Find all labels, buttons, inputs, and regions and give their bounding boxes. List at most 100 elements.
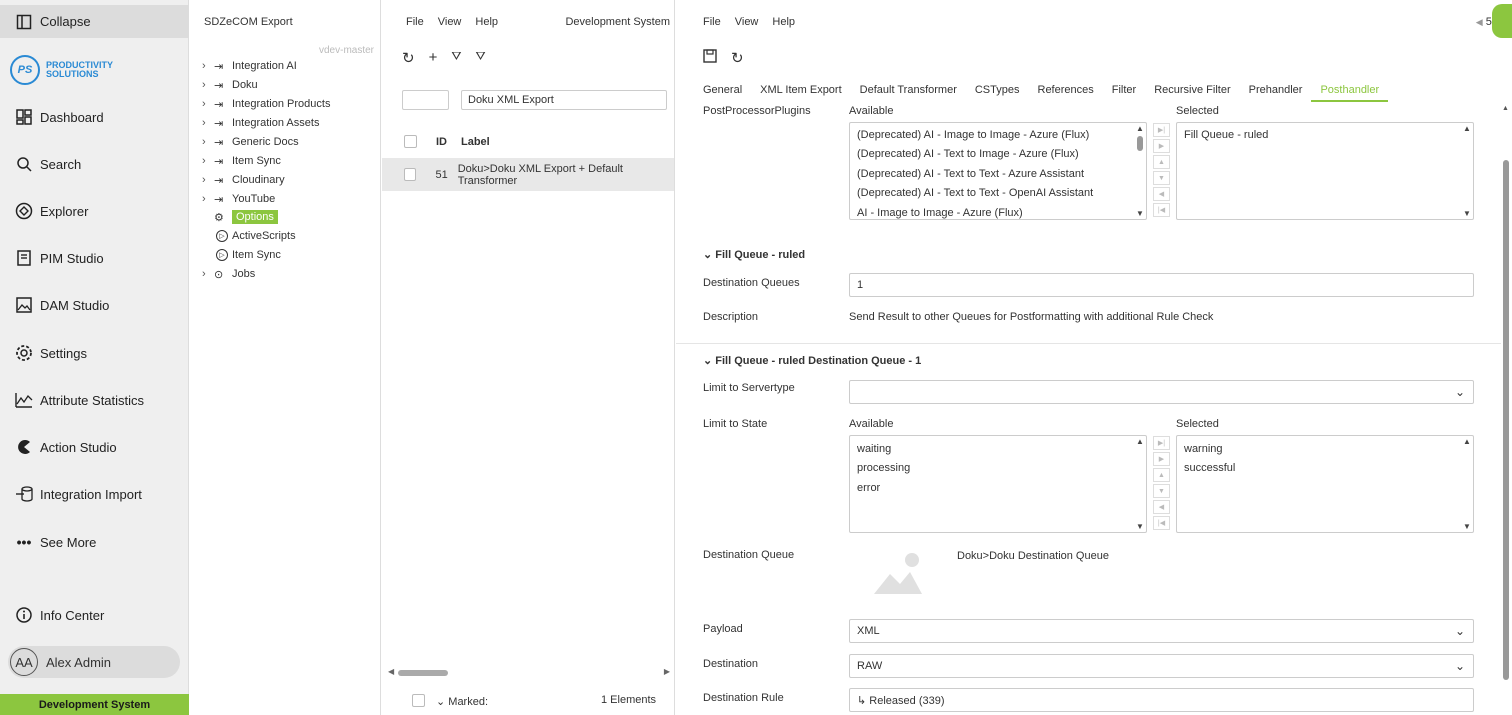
tree-node[interactable]: › ⇥ Generic Docs bbox=[202, 133, 299, 151]
tree-node[interactable]: › ⇥ YouTube bbox=[202, 190, 275, 208]
list-item[interactable]: (Deprecated) AI - Text to Text - OpenAI … bbox=[850, 184, 1146, 204]
list-item[interactable]: (Deprecated) AI - Text to Image - Azure … bbox=[850, 145, 1146, 165]
list-item[interactable]: (Deprecated) AI - Image to Image - Azure… bbox=[850, 125, 1146, 145]
vertical-scrollbar[interactable]: ▲ ▼ bbox=[1461, 123, 1473, 219]
tab-default-transformer[interactable]: Default Transformer bbox=[851, 84, 966, 102]
list-item[interactable]: processing bbox=[850, 459, 1146, 479]
refresh-icon[interactable]: ↻ bbox=[402, 49, 415, 67]
tree-node[interactable]: › ⇥ Integration Products bbox=[202, 95, 330, 113]
tab-xml-item-export[interactable]: XML Item Export bbox=[751, 84, 851, 102]
filter-clear-icon[interactable]: ⛛ bbox=[451, 49, 461, 67]
destination-rule-field[interactable]: ↳ Released (339) bbox=[849, 688, 1474, 712]
nav-dam-studio[interactable]: DAM Studio bbox=[0, 290, 189, 320]
reload-icon[interactable]: ↻ bbox=[731, 49, 744, 67]
user-profile[interactable]: AA Alex Admin bbox=[8, 646, 180, 678]
nav-attribute-statistics[interactable]: Attribute Statistics bbox=[0, 385, 189, 415]
limit-servertype-select[interactable]: ⌄ bbox=[849, 380, 1474, 404]
tree-node[interactable]: › ⊙ Jobs bbox=[202, 265, 255, 283]
plugins-selected-list[interactable]: Fill Queue - ruled ▲ ▼ bbox=[1176, 122, 1474, 220]
detail-vertical-scrollbar[interactable]: ▲ bbox=[1502, 105, 1510, 713]
table-row[interactable]: 51 Doku>Doku XML Export + Default Transf… bbox=[382, 158, 674, 191]
column-header-label[interactable]: Label bbox=[461, 136, 490, 148]
user-name: Alex Admin bbox=[46, 654, 112, 670]
section-destination-queue[interactable]: ⌄ Fill Queue - ruled Destination Queue -… bbox=[703, 354, 921, 367]
vertical-scrollbar[interactable]: ▲ ▼ bbox=[1461, 436, 1473, 532]
save-icon[interactable] bbox=[703, 49, 717, 67]
row-checkbox[interactable] bbox=[404, 168, 417, 181]
tree-node[interactable]: › ⇥ Integration AI bbox=[202, 57, 297, 75]
list-item[interactable]: waiting bbox=[850, 439, 1146, 459]
nav-settings[interactable]: Settings bbox=[0, 338, 189, 368]
tree-node[interactable]: ▷ ActiveScripts bbox=[202, 227, 296, 245]
tab-recursive-filter[interactable]: Recursive Filter bbox=[1145, 84, 1239, 102]
states-selected-list[interactable]: warning successful ▲ ▼ bbox=[1176, 435, 1474, 533]
vertical-scrollbar[interactable]: ▲ ▼ bbox=[1134, 436, 1146, 532]
marked-dropdown[interactable]: ⌄ Marked: bbox=[436, 695, 488, 708]
list-item[interactable]: successful bbox=[1177, 459, 1473, 479]
gear-icon bbox=[14, 343, 34, 363]
nav-search[interactable]: Search bbox=[0, 149, 189, 179]
nav-pim-studio[interactable]: PIM Studio bbox=[0, 243, 189, 273]
elements-count: 1 Elements bbox=[601, 694, 657, 706]
column-header-id[interactable]: ID bbox=[436, 136, 447, 148]
chevron-down-icon: ⌄ bbox=[1454, 624, 1465, 638]
destination-queues-input[interactable]: 1 bbox=[849, 273, 1474, 297]
prev-icon[interactable]: ◀ bbox=[1476, 17, 1483, 27]
tab-filter[interactable]: Filter bbox=[1103, 84, 1145, 102]
destination-queue-value[interactable]: Doku>Doku Destination Queue bbox=[957, 550, 1109, 562]
menu-view[interactable]: View bbox=[438, 16, 462, 28]
filter-icon[interactable]: ⛛ bbox=[475, 49, 485, 67]
add-icon[interactable]: + bbox=[429, 49, 438, 67]
tree-node[interactable]: › ⇥ Integration Assets bbox=[202, 114, 319, 132]
list-item[interactable]: (Deprecated) AI - Text to Text - Azure A… bbox=[850, 164, 1146, 184]
nav-see-more[interactable]: ••• See More bbox=[0, 527, 189, 557]
collapse-button[interactable]: Collapse bbox=[0, 5, 189, 38]
select-all-checkbox[interactable] bbox=[404, 135, 417, 151]
list-item[interactable]: Fill Queue - ruled bbox=[1177, 125, 1473, 145]
menu-file[interactable]: File bbox=[406, 16, 424, 28]
ellipsis-icon: ••• bbox=[16, 534, 32, 550]
tab-cstypes[interactable]: CSTypes bbox=[966, 84, 1029, 102]
detail-menu-view[interactable]: View bbox=[735, 16, 759, 28]
list-item[interactable]: AI - Image to Image - Azure (Flux) bbox=[850, 203, 1146, 223]
label-filter-input[interactable]: Doku XML Export bbox=[461, 90, 667, 110]
tree-node[interactable]: ▷ Item Sync bbox=[202, 246, 281, 264]
nav-action-studio[interactable]: Action Studio bbox=[0, 432, 189, 462]
menu-help[interactable]: Help bbox=[475, 16, 498, 28]
search-icon bbox=[14, 154, 34, 174]
tab-general[interactable]: General bbox=[703, 84, 751, 102]
list-item[interactable]: warning bbox=[1177, 439, 1473, 459]
nav-explorer[interactable]: Explorer bbox=[0, 196, 189, 226]
tree-node-label: Integration Assets bbox=[232, 117, 320, 129]
chevron-down-icon: ⌄ bbox=[1454, 659, 1465, 673]
states-available-list[interactable]: waiting processing error ▲ ▼ bbox=[849, 435, 1147, 533]
marked-checkbox[interactable] bbox=[412, 694, 425, 710]
tab-posthandler[interactable]: Posthandler bbox=[1311, 84, 1389, 102]
nav-info-center[interactable]: Info Center bbox=[0, 600, 189, 630]
section-fill-queue[interactable]: ⌄ Fill Queue - ruled bbox=[703, 248, 805, 261]
detail-menu-help[interactable]: Help bbox=[772, 16, 795, 28]
main-navigation: Collapse PS PRODUCTIVITY SOLUTIONS Dashbo… bbox=[0, 0, 189, 715]
tab-prehandler[interactable]: Prehandler bbox=[1240, 84, 1312, 102]
list-item[interactable]: error bbox=[850, 478, 1146, 498]
horizontal-scrollbar[interactable]: ◀ ▶ bbox=[388, 667, 670, 679]
plugins-available-list[interactable]: (Deprecated) AI - Image to Image - Azure… bbox=[849, 122, 1147, 220]
nav-integration-import[interactable]: Integration Import bbox=[0, 479, 189, 509]
tree-node[interactable]: › ⇥ Doku bbox=[202, 76, 258, 94]
destination-select[interactable]: RAW ⌄ bbox=[849, 654, 1474, 678]
limit-servertype-label: Limit to Servertype bbox=[703, 382, 795, 394]
tree-node[interactable]: ⚙ Options bbox=[202, 208, 278, 226]
chat-widget-icon[interactable] bbox=[1492, 4, 1512, 38]
detail-menu-file[interactable]: File bbox=[703, 16, 721, 28]
tree-node[interactable]: › ⇥ Item Sync bbox=[202, 152, 281, 170]
payload-select[interactable]: XML ⌄ bbox=[849, 619, 1474, 643]
tree-node[interactable]: › ⇥ Cloudinary bbox=[202, 171, 285, 189]
id-filter-input[interactable] bbox=[402, 90, 449, 110]
transfer-buttons[interactable]: ▶| ▶ ▲ ▼ ◀ |◀ bbox=[1153, 436, 1170, 530]
export-tree-panel: SDZeCOM Export vdev-master › ⇥ Integration… bbox=[190, 0, 381, 715]
transfer-buttons[interactable]: ▶| ▶ ▲ ▼ ◀ |◀ bbox=[1153, 123, 1170, 217]
tab-references[interactable]: References bbox=[1029, 84, 1103, 102]
nav-dashboard[interactable]: Dashboard bbox=[0, 102, 189, 132]
vertical-scrollbar[interactable]: ▲ ▼ bbox=[1134, 123, 1146, 219]
export-icon: ⇥ bbox=[214, 60, 224, 73]
